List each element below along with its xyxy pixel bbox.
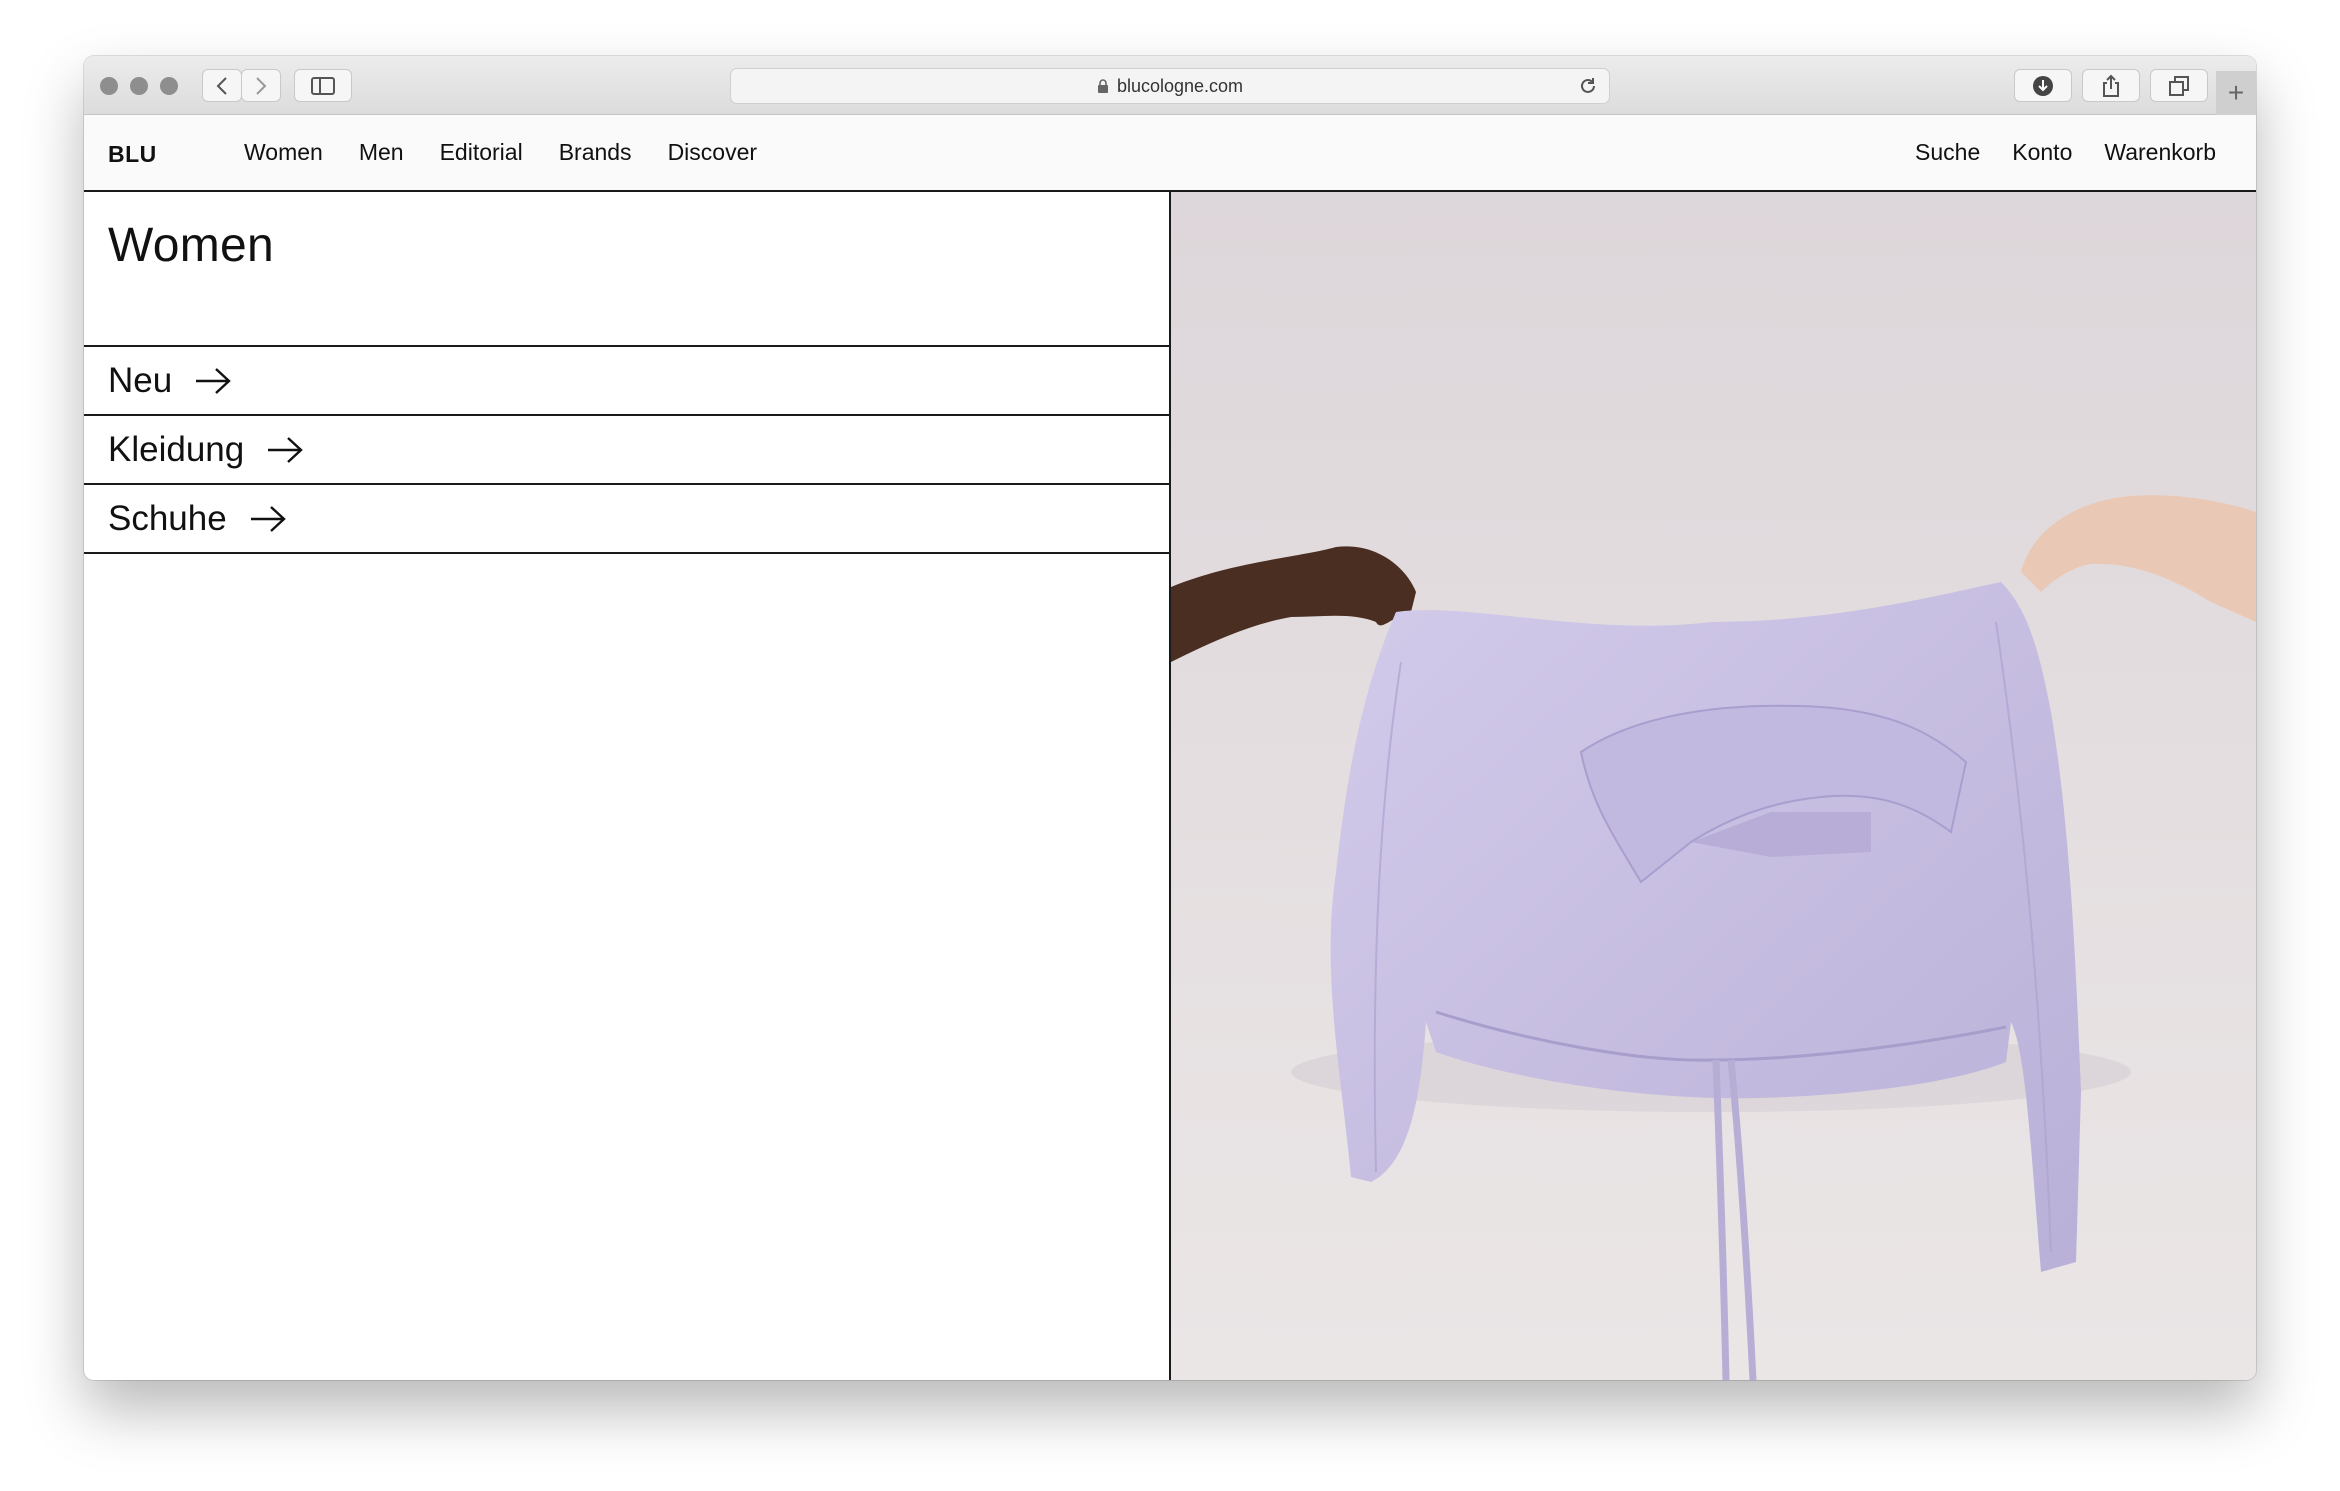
back-icon	[216, 76, 227, 95]
back-button[interactable]	[202, 69, 242, 102]
share-icon	[2103, 74, 2119, 97]
browser-window: blucologne.com + BLU Women Men Editorial…	[84, 56, 2256, 1380]
category-label: Neu	[108, 360, 173, 400]
address-bar[interactable]: blucologne.com	[730, 68, 1610, 104]
arrow-right-icon	[250, 505, 286, 532]
nav-brands[interactable]: Brands	[559, 139, 632, 166]
arrow-right-icon	[196, 367, 231, 394]
lock-icon	[1097, 79, 1108, 93]
category-clothing[interactable]: Kleidung	[84, 416, 1169, 485]
category-list: Neu Kleidung Schuhe	[84, 345, 1169, 554]
nav-search[interactable]: Suche	[1915, 139, 1980, 166]
url-text: blucologne.com	[1116, 75, 1244, 96]
nav-account[interactable]: Konto	[2012, 139, 2072, 166]
new-tab-button[interactable]: +	[2216, 71, 2256, 115]
page-title: Women	[108, 219, 275, 272]
nav-discover[interactable]: Discover	[668, 139, 757, 166]
site-logo[interactable]: BLU	[108, 141, 157, 168]
sidebar-icon	[311, 76, 335, 95]
nav-cart[interactable]: Warenkorb	[2104, 139, 2216, 166]
minimize-window-button[interactable]	[130, 77, 148, 95]
forward-icon	[256, 76, 267, 95]
sidebar-button[interactable]	[294, 69, 352, 102]
category-label: Schuhe	[108, 498, 227, 538]
new-tab-icon: +	[2227, 77, 2245, 108]
arrow-right-icon	[268, 436, 304, 463]
main-nav: Women Men Editorial Brands Discover	[244, 139, 757, 166]
nav-men[interactable]: Men	[359, 139, 404, 166]
browser-toolbar: blucologne.com +	[84, 56, 2256, 115]
downloads-button[interactable]	[2014, 69, 2072, 102]
tabs-icon	[2169, 75, 2189, 96]
utility-nav: Suche Konto Warenkorb	[1915, 139, 2216, 166]
nav-women[interactable]: Women	[244, 139, 323, 166]
category-shoes[interactable]: Schuhe	[84, 485, 1169, 554]
garment-photo	[1171, 192, 2256, 1380]
share-button[interactable]	[2082, 69, 2140, 102]
tabs-overview-button[interactable]	[2150, 69, 2208, 102]
forward-button[interactable]	[241, 69, 281, 102]
close-window-button[interactable]	[100, 77, 118, 95]
category-label: Kleidung	[108, 429, 245, 469]
category-new[interactable]: Neu	[84, 347, 1169, 416]
hero-image[interactable]	[1171, 192, 2256, 1380]
download-icon	[2033, 75, 2053, 96]
reload-icon[interactable]	[1577, 75, 1599, 97]
site-header: BLU Women Men Editorial Brands Discover …	[84, 115, 2256, 192]
zoom-window-button[interactable]	[160, 77, 178, 95]
nav-editorial[interactable]: Editorial	[440, 139, 523, 166]
category-panel: Women Neu Kleidung Schuhe	[84, 192, 1171, 1380]
